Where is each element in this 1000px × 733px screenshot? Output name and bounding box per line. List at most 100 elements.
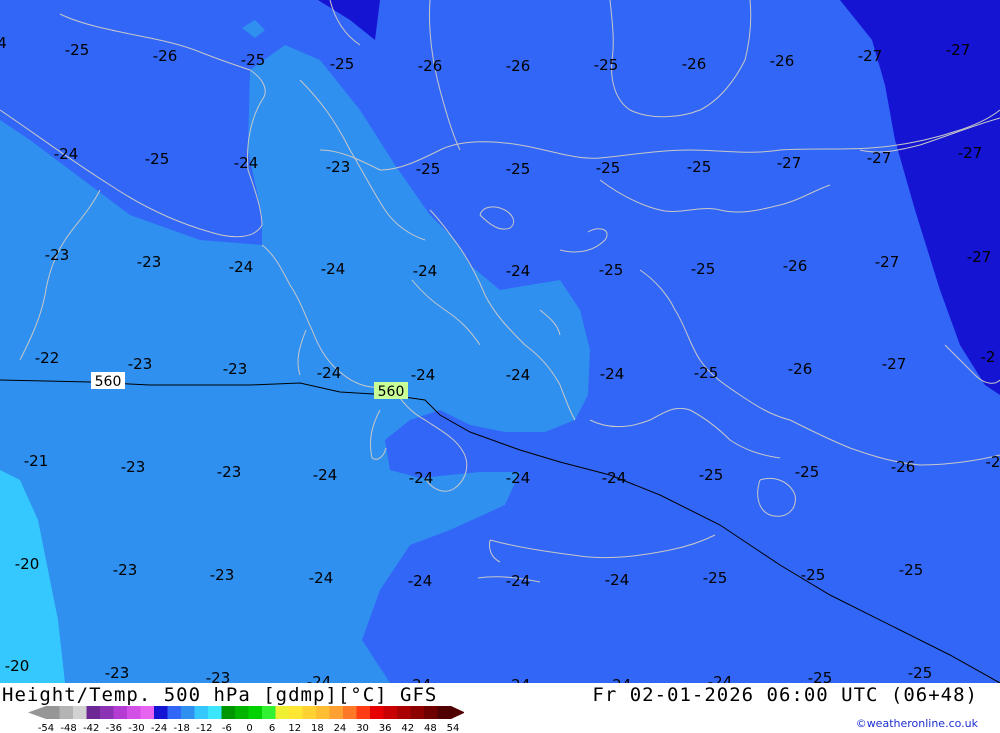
temperature-label: -25 (596, 159, 621, 177)
temperature-label: -24 (411, 366, 436, 384)
temperature-label: -23 (128, 355, 153, 373)
legend-tick-label: -48 (60, 723, 76, 732)
legend-tick-label: -30 (128, 723, 144, 732)
weather-map: 560 560 4 -25 -26 -25 -25 -26 -26 -25 -26 -26 -27 -… (0, 0, 1000, 683)
temperature-label: -25 (795, 463, 820, 481)
temperature-label: -25 (594, 56, 619, 74)
legend-swatch (194, 706, 209, 719)
temperature-label: -25 (241, 51, 266, 69)
temperature-label: -23 (113, 561, 138, 579)
legend-swatch (397, 706, 411, 719)
temperature-label: -26 (418, 57, 443, 75)
temperature-label: -26 (770, 52, 795, 70)
credit-link[interactable]: ©weatheronline.co.uk (856, 717, 978, 730)
legend-arrow-right (451, 706, 464, 719)
temperature-label: -27 (946, 41, 971, 59)
legend-tick-label: 36 (379, 723, 392, 732)
legend-swatch (127, 706, 141, 719)
legend-swatch (86, 706, 101, 719)
temperature-label: -24 (309, 569, 334, 587)
temperature-label: -24 (607, 676, 632, 683)
legend-swatch (46, 706, 60, 719)
temperature-label: -25 (416, 160, 441, 178)
temperature-label: -22 (35, 349, 60, 367)
valid-time: Fr 02-01-2026 06:00 UTC (06+48) (592, 684, 978, 706)
temperature-label: -2 (981, 348, 996, 366)
temperature-label: -26 (891, 458, 916, 476)
legend-swatch (410, 706, 425, 719)
temperature-label: -24 (313, 466, 338, 484)
legend-arrow-left (28, 706, 46, 719)
legend-swatch (383, 706, 398, 719)
temperature-label: -24 (600, 365, 625, 383)
temperature-label: -24 (229, 258, 254, 276)
temperature-label: -21 (24, 452, 49, 470)
legend-swatch (154, 706, 168, 719)
temperature-label: -23 (217, 463, 242, 481)
legend-swatch (356, 706, 371, 719)
temperature-label: -27 (777, 154, 802, 172)
legend-swatch (100, 706, 114, 719)
temperature-label: -25 (801, 566, 826, 584)
temperature-label: -24 (602, 469, 627, 487)
temperature-label: -24 (307, 673, 332, 683)
temperature-label: -27 (958, 144, 983, 162)
legend-swatch (167, 706, 182, 719)
legend-swatch (248, 706, 263, 719)
legend-tick-label: -18 (173, 723, 189, 732)
temperature-label: -24 (321, 260, 346, 278)
temperature-label: -25 (699, 466, 724, 484)
temperature-label: -23 (206, 669, 231, 683)
temperature-label: -23 (223, 360, 248, 378)
legend-swatch (235, 706, 249, 719)
temperature-label: -25 (703, 569, 728, 587)
temperature-label: -26 (788, 360, 813, 378)
temperature-label: -27 (882, 355, 907, 373)
temperature-label: -24 (506, 262, 531, 280)
temperature-label: -27 (875, 253, 900, 271)
temperature-label: -26 (783, 257, 808, 275)
legend-swatch (113, 706, 128, 719)
temperature-label: -27 (867, 149, 892, 167)
legend-tick-label: 18 (311, 723, 324, 732)
temperature-label: -24 (506, 469, 531, 487)
temperature-label: -24 (506, 572, 531, 590)
legend-tick-label: -6 (222, 723, 232, 732)
legend-tick-label: -54 (38, 723, 54, 732)
temperature-label: -24 (506, 676, 531, 683)
temperature-label: -26 (682, 55, 707, 73)
legend-swatch (329, 706, 344, 719)
temperature-label: -24 (506, 366, 531, 384)
legend-swatch (289, 706, 303, 719)
temperature-label: -20 (5, 657, 30, 675)
legend-swatch (59, 706, 74, 719)
legend-tick-label: 0 (246, 723, 252, 732)
temperature-label: -24 (708, 673, 733, 683)
legend-tick-label: -36 (106, 723, 122, 732)
legend-tick-label: -12 (196, 723, 212, 732)
temperature-label: 4 (0, 34, 7, 52)
contour-label: 560 (95, 374, 122, 390)
temperature-label: -27 (967, 248, 992, 266)
temperature-label: -23 (326, 158, 351, 176)
legend-tick-label: 30 (356, 723, 369, 732)
legend-swatch (316, 706, 330, 719)
temperature-label: -25 (808, 669, 833, 683)
temperature-label: -23 (45, 246, 70, 264)
temperature-label: -24 (54, 145, 79, 163)
map-title: Height/Temp. 500 hPa [gdmp][°C] GFS (2, 684, 438, 706)
legend-tick-label: 24 (334, 723, 347, 732)
contour-label: 560 (378, 384, 405, 400)
temperature-label: -20 (15, 555, 40, 573)
legend-tick-label: -24 (151, 723, 167, 732)
temperature-label: -23 (105, 664, 130, 682)
legend-swatch (437, 706, 452, 719)
temperature-label: -25 (908, 664, 933, 682)
temperature-label: -25 (599, 261, 624, 279)
legend-tick-label: 48 (424, 723, 437, 732)
temperature-label: -24 (317, 364, 342, 382)
temperature-label: -26 (506, 57, 531, 75)
legend-swatch (370, 706, 384, 719)
temperature-label: -25 (330, 55, 355, 73)
legend-tick-label: 54 (447, 723, 460, 732)
